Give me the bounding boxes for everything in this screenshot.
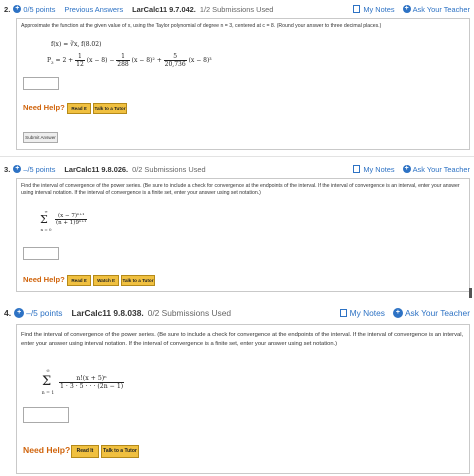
q3-instructions: Find the interval of convergence of the … [21, 183, 460, 197]
q3-fraction: (x − 7)ⁿ⁺¹ (n + 1)9ⁿ⁺¹ [55, 213, 88, 226]
q4-need-help-label: Need Help? [23, 445, 71, 455]
scrollbar-thumb[interactable] [469, 288, 472, 298]
q2-read-it-button[interactable]: Read It [67, 103, 91, 114]
q4-sum-bottom: n = 1 [41, 391, 55, 396]
q3-sum-bottom: n = 0 [40, 227, 52, 232]
q2-frac2: 1 288 [116, 53, 130, 68]
q4-body: Find the interval of convergence of the … [16, 324, 470, 474]
q3-number: 3. [4, 164, 11, 174]
q4-numerator: n!(x + 5)ⁿ [59, 375, 125, 383]
q2-submissions: 1/2 Submissions Used [199, 4, 274, 14]
q2-ask-teacher-label: Ask Your Teacher [412, 4, 470, 14]
q3-read-it-button[interactable]: Read It [67, 275, 91, 286]
q2-frac1: 1 12 [75, 53, 85, 68]
q4-answer-input[interactable] [23, 407, 69, 423]
q2-p3-sub: 3 [51, 60, 54, 66]
q3-code: LarCalc11 9.8.026. [64, 164, 129, 174]
q3-my-notes-link[interactable]: My Notes [353, 164, 395, 174]
q3-ask-teacher-label: Ask Your Teacher [412, 164, 470, 174]
q4-my-notes-link[interactable]: My Notes [339, 308, 385, 318]
q4-read-it-button[interactable]: Read It [71, 445, 99, 458]
q3-header: 3. + –/5 points LarCalc11 9.8.026. 0/2 S… [0, 160, 474, 178]
q3-my-notes-label: My Notes [363, 164, 395, 174]
ask-teacher-icon: + [392, 308, 403, 318]
q2-p3-t2: (x − 8)² + [131, 57, 162, 64]
q3-expand-icon[interactable]: + [13, 165, 22, 173]
q2-taylor-polynomial: P3 = 2 + 1 12 (x − 8) − 1 288 (x − 8)² + 5… [47, 53, 212, 68]
q3-submissions: 0/2 Submissions Used [132, 164, 206, 174]
q2-talk-tutor-button[interactable]: Talk to a Tutor [93, 103, 127, 114]
q3-need-help-label: Need Help? [23, 275, 65, 284]
q4-talk-tutor-button[interactable]: Talk to a Tutor [101, 445, 139, 458]
q2-need-help-label: Need Help? [23, 103, 65, 112]
q3-denominator: (n + 1)9ⁿ⁺¹ [56, 220, 87, 226]
q4-code: LarCalc11 9.8.038. [71, 308, 144, 318]
q2-my-notes-label: My Notes [363, 4, 395, 14]
sigma-icon: Σ [42, 374, 52, 389]
q4-ask-teacher-link[interactable]: + Ask Your Teacher [392, 308, 470, 318]
q2-body: Approximate the function at the given va… [16, 18, 470, 150]
q4-submissions: 0/2 Submissions Used [147, 308, 232, 318]
note-icon [339, 309, 347, 317]
q2-frac3: 5 20,736 [163, 53, 187, 68]
q4-number: 4. [4, 308, 12, 318]
q3-talk-tutor-button[interactable]: Talk to a Tutor [121, 275, 155, 286]
q4-header: 4. + –/5 points LarCalc11 9.8.038. 0/2 S… [0, 304, 474, 322]
q2-code: LarCalc11 9.7.042. [132, 4, 196, 14]
q2-p3-t1: (x − 8) − [86, 57, 115, 64]
q4-points[interactable]: –/5 points [26, 308, 62, 318]
q4-denominator: 1 · 3 · 5 · · · (2n − 1) [60, 383, 124, 390]
q3-ask-teacher-link[interactable]: + Ask Your Teacher [402, 164, 470, 174]
q3-body: Find the interval of convergence of the … [16, 178, 470, 292]
q2-header: 2. + 0/5 points Previous Answers LarCalc… [0, 0, 474, 18]
q2-instructions: Approximate the function at the given va… [21, 23, 382, 29]
q2-function: f(x) = ∛x, f(8.02) [51, 41, 102, 48]
q4-instructions: Find the interval of convergence of the … [21, 332, 464, 347]
ask-teacher-icon: + [402, 165, 411, 173]
q3-answer-input[interactable] [23, 247, 59, 260]
q4-fraction: n!(x + 5)ⁿ 1 · 3 · 5 · · · (2n − 1) [59, 375, 125, 390]
q2-expand-icon[interactable]: + [13, 5, 22, 13]
q3-numerator: (x − 7)ⁿ⁺¹ [55, 213, 88, 220]
q2-number: 2. [4, 4, 11, 14]
q2-p3-t0: = 2 + [55, 57, 74, 64]
q3-watch-it-button[interactable]: Watch It [93, 275, 119, 286]
q4-my-notes-label: My Notes [349, 308, 385, 318]
q2-p3-t3: (x − 8)³ [188, 57, 212, 64]
q2-my-notes-link[interactable]: My Notes [353, 4, 395, 14]
q2-ask-teacher-link[interactable]: + Ask Your Teacher [402, 4, 470, 14]
q4-expand-icon[interactable]: + [14, 308, 25, 318]
ask-teacher-icon: + [402, 5, 411, 13]
q3-points[interactable]: –/5 points [23, 165, 55, 174]
divider [0, 156, 474, 157]
note-icon [353, 165, 361, 173]
q2-points[interactable]: 0/5 points [23, 5, 55, 14]
q2-answer-input[interactable] [23, 77, 59, 90]
q4-ask-teacher-label: Ask Your Teacher [404, 308, 470, 318]
q2-previous-answers-link[interactable]: Previous Answers [64, 5, 123, 14]
q2-submit-button[interactable]: Submit Answer [23, 132, 58, 143]
sigma-icon: Σ [40, 213, 48, 226]
note-icon [353, 5, 361, 13]
